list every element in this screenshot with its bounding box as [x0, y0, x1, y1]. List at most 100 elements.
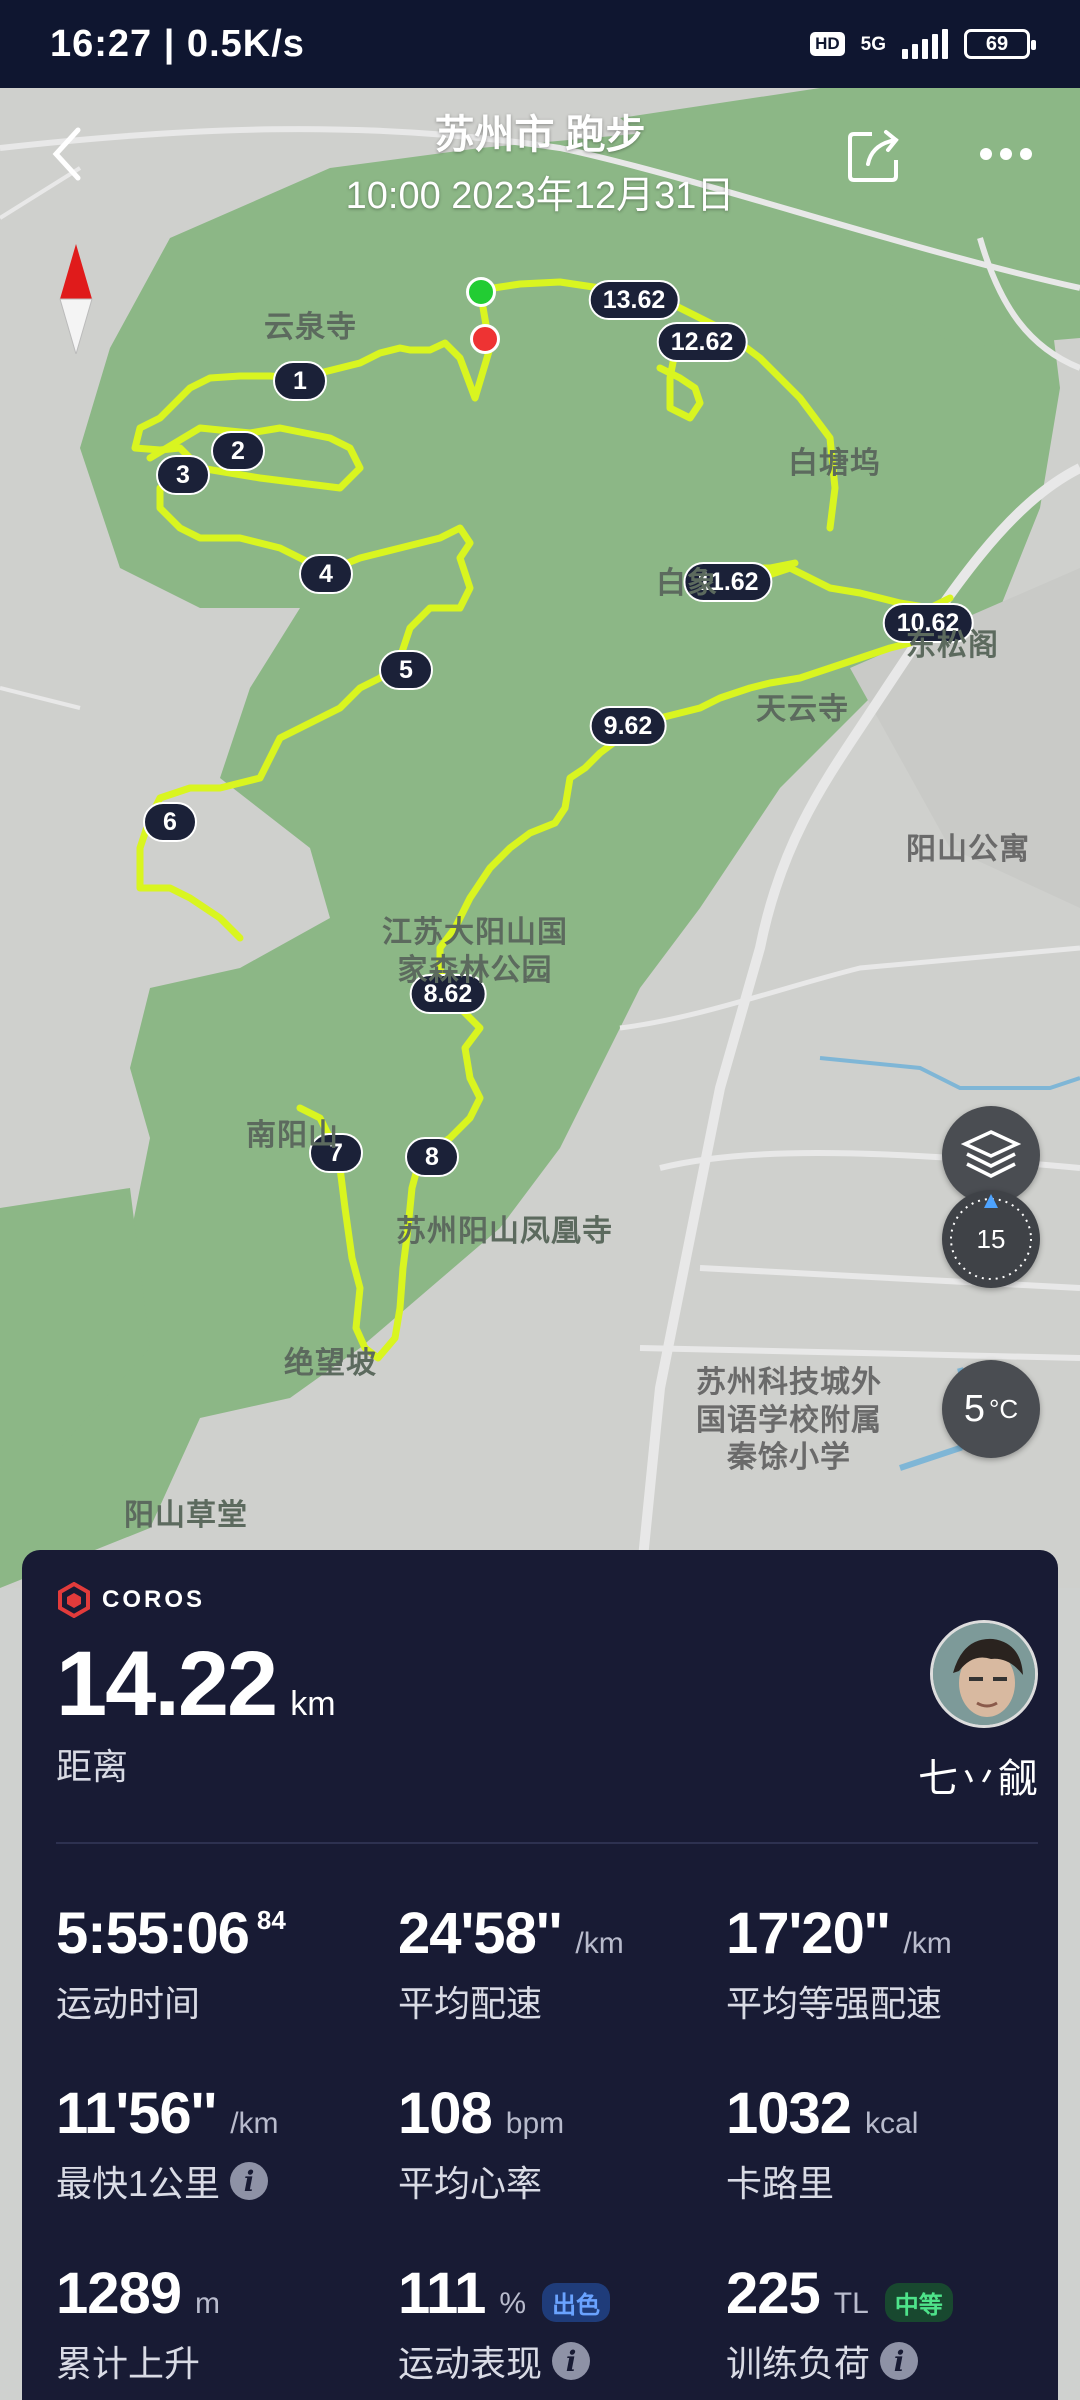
stat-performance: 111% 出色 运动表现 i: [398, 2260, 611, 2387]
stat-unit: /km: [230, 2107, 279, 2140]
map-label: 南阳山: [246, 1119, 339, 1152]
stat-calories: 1032 kcal 卡路里: [726, 2080, 918, 2207]
stat-avg-hr: 108 bpm 平均心率: [398, 2080, 564, 2207]
stat-label: 平均心率: [398, 2163, 543, 2204]
training-load-badge: 中等: [884, 2283, 953, 2322]
stat-sup: 84: [256, 1905, 286, 1935]
stat-label: 累计上升: [56, 2343, 201, 2384]
map-label: 天云寺: [756, 693, 849, 726]
marker-km[interactable]: 5: [379, 650, 433, 690]
map-label-line: 秦馀小学: [727, 1441, 851, 1474]
distance-value: 14.22: [56, 1633, 278, 1735]
stat-avg-pace: 24'58'' /km 平均配速: [398, 1900, 624, 2027]
temperature-unit: °C: [988, 1393, 1019, 1424]
start-point: [466, 277, 496, 307]
marker-km[interactable]: 3: [156, 455, 210, 495]
brand: COROS: [56, 1580, 1024, 1620]
map-label-line: 苏州科技城外: [696, 1366, 882, 1399]
marker-km[interactable]: 4: [299, 554, 353, 594]
stat-label: 平均等强配速: [726, 1983, 943, 2024]
stat-unit: /km: [903, 1927, 952, 1960]
activity-datetime: 10:00 2023年12月31日: [345, 175, 735, 217]
signal-icon: [902, 29, 948, 59]
stat-value: 17'20'': [726, 1901, 890, 1966]
marker-km[interactable]: 6: [143, 802, 197, 842]
status-time-speed: 16:27 | 0.5K/s: [50, 22, 305, 65]
stat-unit: TL: [833, 2287, 869, 2320]
page-title: 苏州市 跑步: [434, 113, 646, 157]
stat-label: 平均配速: [398, 1983, 543, 2024]
map-label: 阳山公寓: [906, 833, 1030, 866]
stat-label: 卡路里: [726, 2163, 835, 2204]
map-label: 东松阁: [906, 629, 999, 662]
distance-unit: km: [290, 1685, 336, 1723]
map-label: 云泉寺: [264, 311, 357, 344]
stat-value: 24'58'': [398, 1901, 562, 1966]
marker-km[interactable]: 2: [211, 431, 265, 471]
activity-summary-card: COROS 14.22 km 距离 七丷觎 5:55:06 84 运动时间 24'…: [22, 1550, 1058, 2400]
more-dots-icon: [980, 148, 1032, 160]
distance: 14.22 km: [56, 1632, 336, 1737]
map-label: 白塘坞: [788, 447, 881, 480]
map-label: 阳山草堂: [124, 1499, 248, 1532]
stat-unit: /km: [575, 1927, 624, 1960]
share-button[interactable]: [846, 128, 902, 184]
header: 苏州市 跑步 10:00 2023年12月31日: [0, 88, 1080, 228]
stat-unit: m: [195, 2287, 221, 2320]
info-icon[interactable]: i: [230, 2162, 269, 2200]
battery-icon: 69: [964, 29, 1036, 59]
stat-label: 运动表现: [398, 2343, 543, 2384]
battery-level: 69: [985, 32, 1009, 55]
more-button[interactable]: [978, 138, 1038, 168]
end-point: [470, 324, 500, 354]
username: 七丷觎: [918, 1757, 1038, 1801]
stat-label: 最快1公里: [56, 2163, 221, 2204]
distance-label: 距离: [56, 1746, 129, 1787]
avatar-image: [933, 1623, 1035, 1725]
temperature-value: 5: [963, 1387, 985, 1430]
screen: 1 2 3 4 5 6 7 8 8.62 9.62 10.62 11.62 12…: [0, 0, 1080, 2400]
stat-unit: kcal: [865, 2107, 919, 2140]
stat-value: 1289: [56, 2261, 182, 2326]
marker-km[interactable]: 8: [405, 1137, 459, 1177]
compass-icon: [59, 244, 93, 354]
map-label: 苏州阳山凤凰寺: [396, 1215, 613, 1248]
map-label-line: 家森林公园: [397, 953, 553, 987]
stat-label: 训练负荷: [726, 2343, 871, 2384]
avatar[interactable]: [930, 1620, 1038, 1728]
stat-value: 111: [398, 2261, 486, 2326]
stat-unit: bpm: [505, 2107, 565, 2140]
map-label: 苏州科技城外 国语学校附属 秦馀小学: [696, 1364, 882, 1477]
performance-badge: 出色: [542, 2283, 611, 2322]
stat-ascent: 1289 m 累计上升: [56, 2260, 220, 2387]
map-label: 江苏大阳山国 家森林公园: [382, 914, 568, 989]
stat-value: 108: [398, 2081, 493, 2146]
info-icon[interactable]: i: [880, 2342, 919, 2380]
stat-fastest-km: 11'56'' /km 最快1公里 i: [56, 2080, 279, 2207]
map-label-line: 国语学校附属: [696, 1403, 882, 1437]
marker-km[interactable]: 13.62: [588, 280, 680, 320]
route-map[interactable]: 1 2 3 4 5 6 7 8 8.62 9.62 10.62 11.62 12…: [0, 88, 1080, 1588]
stat-value: 11'56'': [56, 2081, 217, 2146]
brand-name: COROS: [102, 1586, 206, 1613]
map-label: 白象: [656, 567, 718, 600]
stat-value: 225: [726, 2261, 821, 2326]
coros-logo-icon: [58, 1582, 90, 1618]
layers-icon: [961, 1130, 1021, 1178]
stat-value: 1032: [726, 2081, 852, 2146]
marker-km[interactable]: 12.62: [656, 322, 748, 362]
network-type: 5G: [860, 33, 886, 55]
stat-training-load: 225 TL 中等 训练负荷 i: [726, 2260, 953, 2387]
marker-km[interactable]: 9.62: [589, 706, 667, 746]
info-icon[interactable]: i: [552, 2342, 591, 2380]
stat-avg-grade-pace: 17'20'' /km 平均等强配速: [726, 1900, 952, 2027]
wind-indicator[interactable]: 15: [942, 1190, 1040, 1288]
marker-km[interactable]: 1: [273, 361, 327, 401]
temperature-indicator[interactable]: 5 °C: [942, 1360, 1040, 1458]
status-bar: 16:27 | 0.5K/s HD 5G 69: [0, 0, 1080, 88]
divider: [56, 1842, 1038, 1844]
hd-icon: HD: [810, 32, 845, 56]
stat-value: 5:55:06: [56, 1901, 250, 1966]
map-label: 绝望坡: [284, 1347, 377, 1380]
stat-unit: %: [499, 2287, 527, 2320]
